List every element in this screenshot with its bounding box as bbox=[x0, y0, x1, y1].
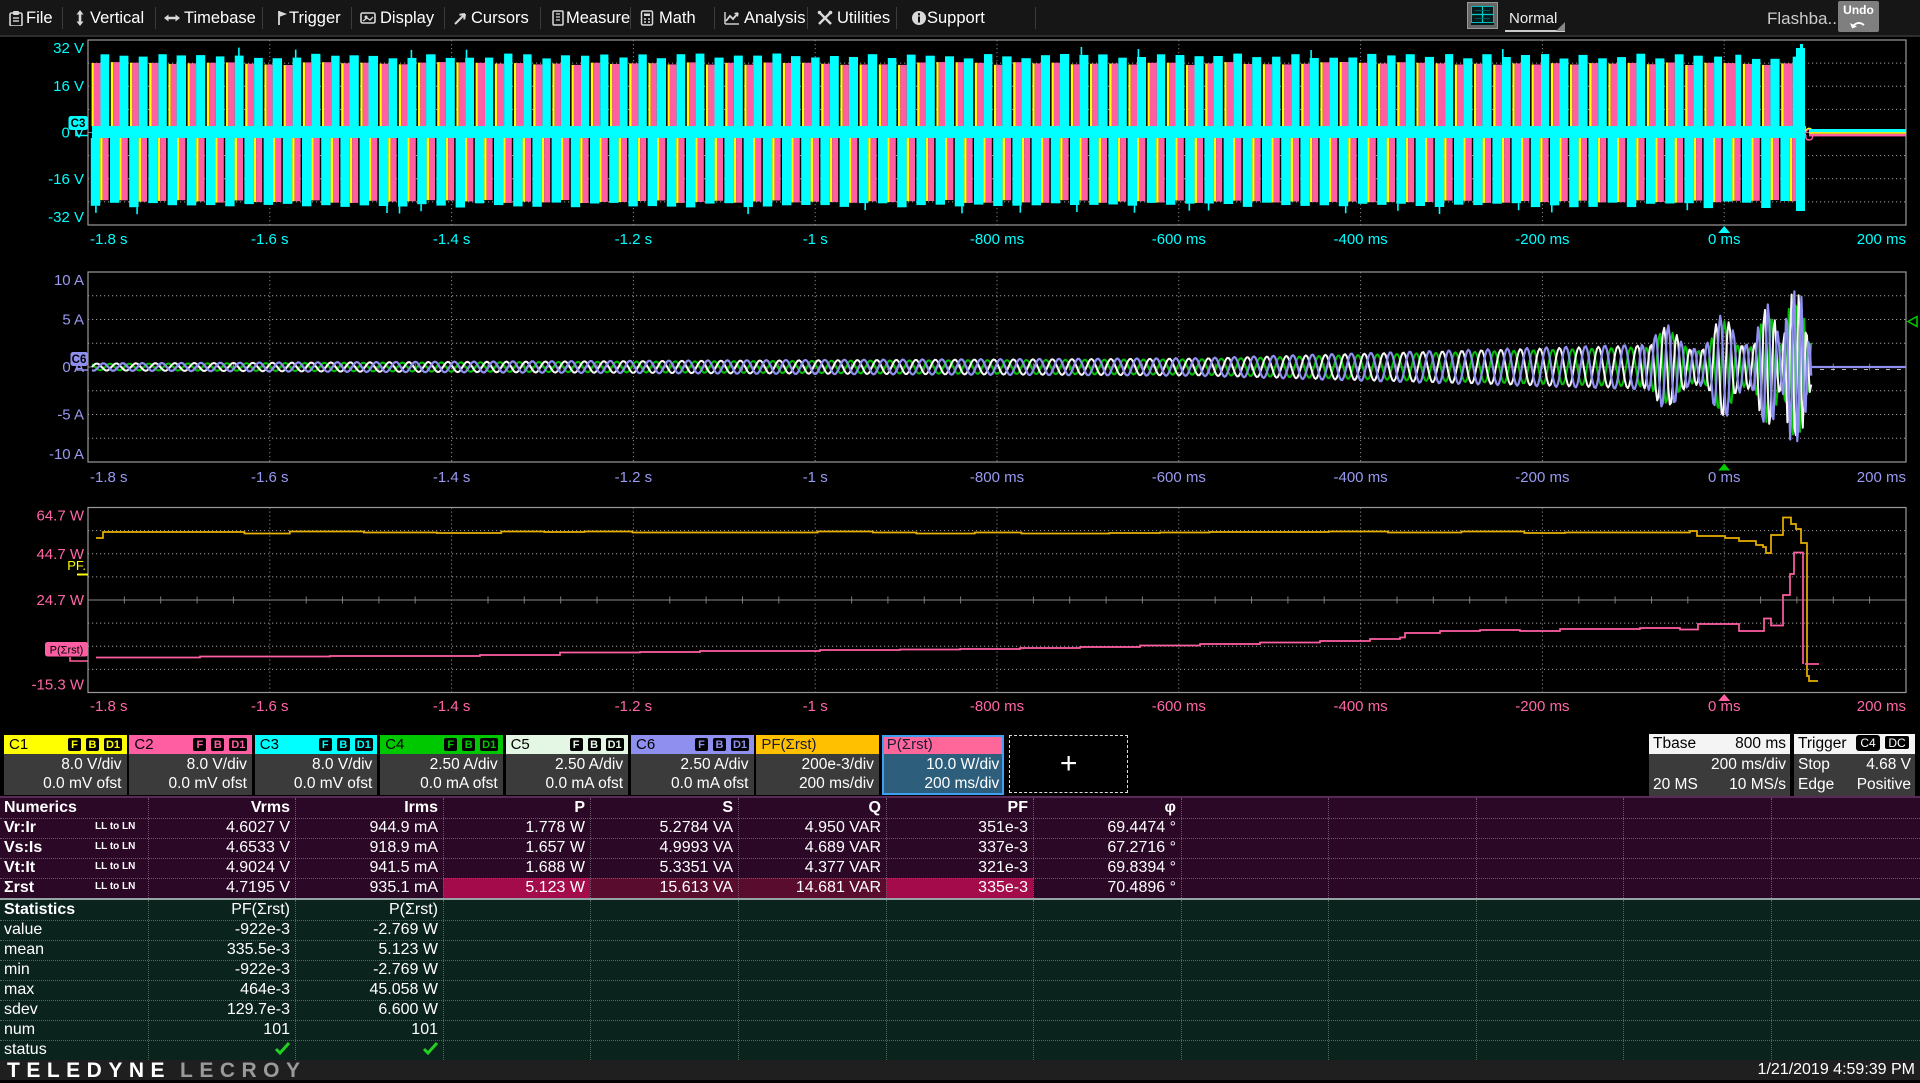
svg-text:-1.4 s: -1.4 s bbox=[433, 469, 471, 486]
svg-text:-1.4 s: -1.4 s bbox=[433, 231, 471, 248]
svg-text:-200 ms: -200 ms bbox=[1515, 469, 1569, 486]
svg-text:-1 s: -1 s bbox=[803, 231, 828, 248]
svg-text:-400 ms: -400 ms bbox=[1334, 698, 1388, 715]
svg-text:C3: C3 bbox=[71, 118, 86, 130]
svg-text:-1.6 s: -1.6 s bbox=[251, 698, 289, 715]
svg-text:24.7 W: 24.7 W bbox=[36, 592, 84, 609]
svg-text:32 V: 32 V bbox=[53, 40, 84, 57]
svg-text:-1 s: -1 s bbox=[803, 469, 828, 486]
svg-text:-200 ms: -200 ms bbox=[1515, 698, 1569, 715]
svg-text:0 ms: 0 ms bbox=[1708, 231, 1741, 248]
svg-text:-15.3 W: -15.3 W bbox=[31, 677, 84, 694]
svg-text:-800 ms: -800 ms bbox=[970, 231, 1024, 248]
svg-text:-32 V: -32 V bbox=[48, 209, 84, 226]
svg-text:PF.: PF. bbox=[67, 558, 86, 573]
svg-text:200 ms: 200 ms bbox=[1857, 698, 1906, 715]
svg-text:P(Σrst): P(Σrst) bbox=[50, 645, 84, 657]
svg-text:-400 ms: -400 ms bbox=[1334, 469, 1388, 486]
svg-text:10 A: 10 A bbox=[54, 272, 84, 289]
svg-text:5 A: 5 A bbox=[62, 312, 84, 329]
svg-text:-600 ms: -600 ms bbox=[1152, 698, 1206, 715]
svg-text:16 V: 16 V bbox=[53, 78, 84, 95]
svg-text:200 ms: 200 ms bbox=[1857, 469, 1906, 486]
svg-text:-800 ms: -800 ms bbox=[970, 469, 1024, 486]
svg-text:-800 ms: -800 ms bbox=[970, 698, 1024, 715]
svg-text:-1.8 s: -1.8 s bbox=[90, 698, 128, 715]
svg-text:C6: C6 bbox=[72, 354, 87, 366]
svg-text:-1.8 s: -1.8 s bbox=[90, 231, 128, 248]
svg-text:-600 ms: -600 ms bbox=[1152, 469, 1206, 486]
svg-text:-1.2 s: -1.2 s bbox=[615, 469, 653, 486]
svg-text:-1.6 s: -1.6 s bbox=[251, 231, 289, 248]
svg-text:-10 A: -10 A bbox=[49, 446, 84, 463]
svg-text:0 ms: 0 ms bbox=[1708, 469, 1741, 486]
svg-text:-1.6 s: -1.6 s bbox=[251, 469, 289, 486]
svg-text:64.7 W: 64.7 W bbox=[36, 508, 84, 525]
svg-text:-1 s: -1 s bbox=[803, 698, 828, 715]
svg-text:-600 ms: -600 ms bbox=[1152, 231, 1206, 248]
svg-text:-200 ms: -200 ms bbox=[1515, 231, 1569, 248]
svg-text:-16 V: -16 V bbox=[48, 171, 84, 188]
svg-text:200 ms: 200 ms bbox=[1857, 231, 1906, 248]
svg-text:-1.8 s: -1.8 s bbox=[90, 469, 128, 486]
svg-text:-1.4 s: -1.4 s bbox=[433, 698, 471, 715]
svg-text:-400 ms: -400 ms bbox=[1334, 231, 1388, 248]
svg-text:-1.2 s: -1.2 s bbox=[615, 698, 653, 715]
svg-text:-1.2 s: -1.2 s bbox=[615, 231, 653, 248]
svg-text:-5 A: -5 A bbox=[57, 407, 84, 424]
